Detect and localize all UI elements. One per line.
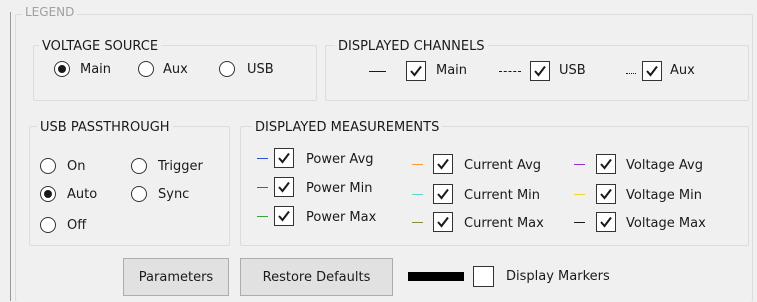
channel-aux-label: Aux xyxy=(670,63,695,78)
power-avg-label: Power Avg xyxy=(306,152,374,167)
power-max-label: Power Max xyxy=(306,210,377,225)
current-avg-checkbox[interactable] xyxy=(433,154,453,174)
current-min-color-swatch xyxy=(412,194,423,195)
voltage-min-color-swatch xyxy=(574,194,585,195)
displayed-measurements-title: DISPLAYED MEASUREMENTS xyxy=(252,120,443,135)
voltage-max-color-swatch xyxy=(574,222,585,223)
channel-main-checkbox[interactable] xyxy=(406,61,426,81)
channel-usb-checkbox[interactable] xyxy=(530,61,550,81)
channel-usb-label: USB xyxy=(559,63,586,78)
current-max-color-swatch xyxy=(412,222,423,223)
power-max-color-swatch xyxy=(257,216,268,217)
channel-main-label: Main xyxy=(436,63,468,78)
usb-passthrough-sync-label: Sync xyxy=(158,187,190,202)
voltage-source-main-label: Main xyxy=(80,62,112,77)
channel-usb-line-swatch xyxy=(499,71,521,72)
current-avg-label: Current Avg xyxy=(464,158,542,173)
usb-passthrough-title: USB PASSTHROUGH xyxy=(37,120,173,135)
power-min-label: Power Min xyxy=(306,181,373,196)
usb-passthrough-off-radio[interactable] xyxy=(40,217,56,233)
current-avg-color-swatch xyxy=(412,164,423,165)
power-avg-checkbox[interactable] xyxy=(274,148,294,168)
usb-passthrough-sync-radio[interactable] xyxy=(131,186,147,202)
legend-left-edge xyxy=(10,12,11,301)
usb-passthrough-trigger-radio[interactable] xyxy=(131,158,147,174)
voltage-max-label: Voltage Max xyxy=(626,216,706,231)
display-markers-label: Display Markers xyxy=(506,269,610,284)
power-min-checkbox[interactable] xyxy=(274,177,294,197)
power-min-color-swatch xyxy=(257,187,268,188)
display-markers-checkbox[interactable] xyxy=(473,266,494,287)
voltage-avg-checkbox[interactable] xyxy=(596,154,616,174)
usb-passthrough-on-label: On xyxy=(67,159,86,174)
channel-main-line-swatch xyxy=(369,71,386,72)
usb-passthrough-off-label: Off xyxy=(67,218,87,233)
usb-passthrough-on-radio[interactable] xyxy=(40,158,56,174)
voltage-avg-color-swatch xyxy=(574,164,585,165)
voltage-source-title: VOLTAGE SOURCE xyxy=(39,39,162,54)
current-max-checkbox[interactable] xyxy=(433,212,453,232)
usb-passthrough-auto-radio[interactable] xyxy=(40,186,56,202)
restore-defaults-button[interactable]: Restore Defaults xyxy=(240,258,393,296)
voltage-max-checkbox[interactable] xyxy=(596,212,616,232)
current-min-checkbox[interactable] xyxy=(433,184,453,204)
usb-passthrough-trigger-label: Trigger xyxy=(158,159,203,174)
marker-color-swatch xyxy=(408,272,464,281)
legend-title: LEGEND xyxy=(22,5,78,20)
voltage-source-aux-radio[interactable] xyxy=(138,61,154,77)
parameters-button[interactable]: Parameters xyxy=(123,258,229,296)
voltage-source-main-radio[interactable] xyxy=(54,61,70,77)
voltage-min-label: Voltage Min xyxy=(626,188,702,203)
channel-aux-checkbox[interactable] xyxy=(642,61,662,81)
voltage-source-aux-label: Aux xyxy=(163,62,188,77)
voltage-source-usb-label: USB xyxy=(247,62,274,77)
usb-passthrough-auto-label: Auto xyxy=(67,187,98,202)
power-avg-color-swatch xyxy=(257,158,268,159)
channel-aux-line-swatch xyxy=(626,73,636,74)
current-max-label: Current Max xyxy=(464,216,544,231)
voltage-avg-label: Voltage Avg xyxy=(626,158,703,173)
power-max-checkbox[interactable] xyxy=(274,206,294,226)
usb-passthrough-group xyxy=(29,126,230,246)
voltage-source-usb-radio[interactable] xyxy=(219,61,235,77)
voltage-min-checkbox[interactable] xyxy=(596,184,616,204)
current-min-label: Current Min xyxy=(464,188,541,203)
displayed-channels-title: DISPLAYED CHANNELS xyxy=(335,39,488,54)
